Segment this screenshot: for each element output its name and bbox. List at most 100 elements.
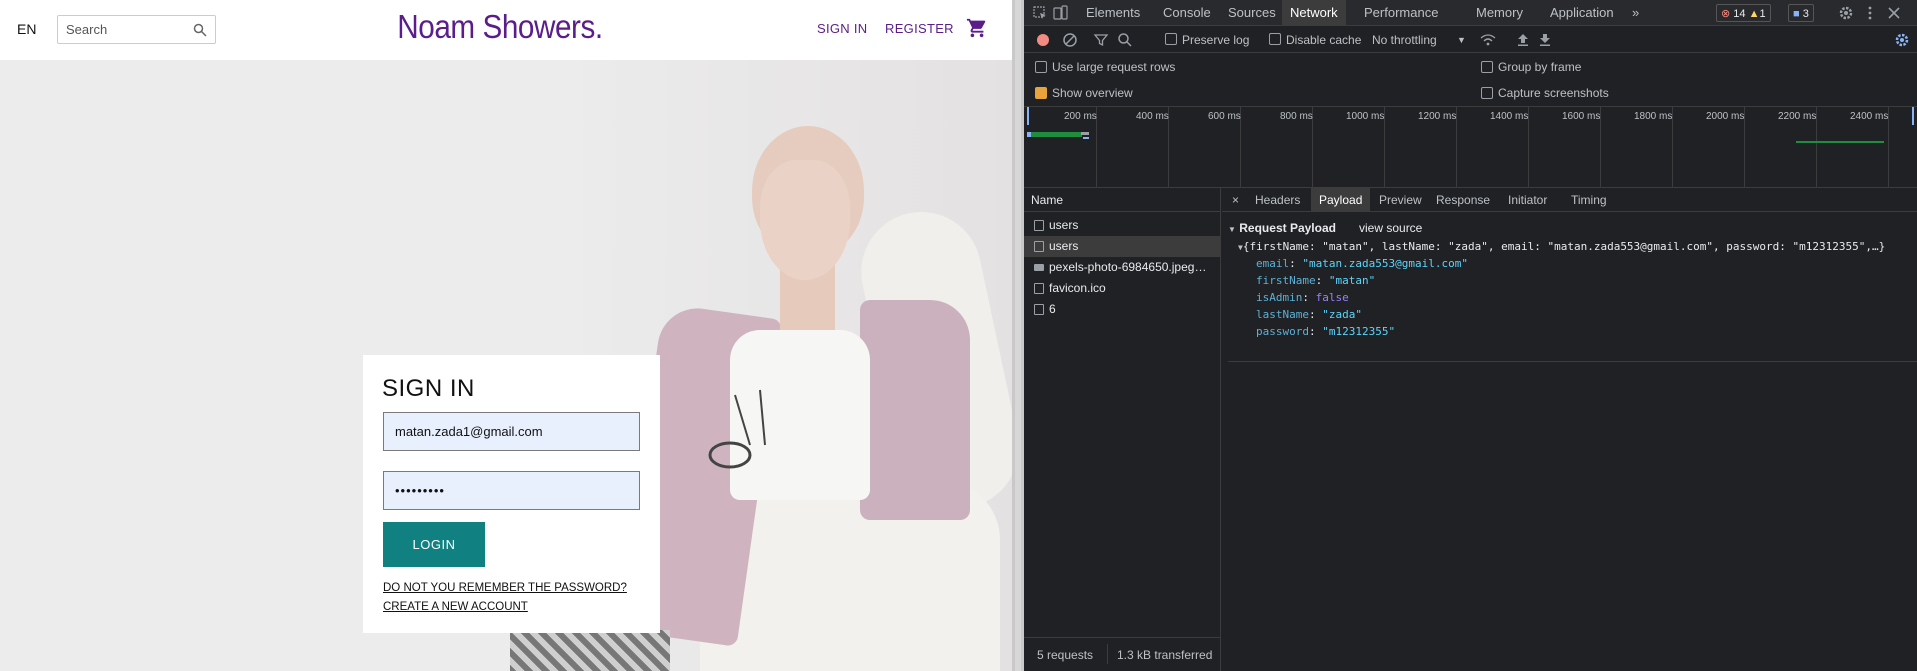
website-viewport: EN Noam Showers. SIGN IN REGISTER — [0, 0, 1012, 671]
timeline-handle-right[interactable] — [1912, 107, 1914, 125]
preserve-log-label: Preserve log — [1182, 33, 1250, 47]
image-icon — [1034, 264, 1044, 271]
name-column-header[interactable]: Name — [1024, 188, 1221, 212]
payload-section-header[interactable]: ▼ Request Payload — [1228, 221, 1336, 235]
site-header: EN Noam Showers. SIGN IN REGISTER — [0, 0, 1012, 60]
kebab-menu-icon[interactable] — [1862, 5, 1878, 21]
panel-splitter[interactable] — [1012, 0, 1024, 671]
request-row-selected[interactable]: users — [1024, 236, 1220, 257]
tab-initiator[interactable]: Initiator — [1500, 188, 1555, 212]
show-overview-label: Show overview — [1052, 86, 1133, 100]
tab-sources[interactable]: Sources — [1220, 0, 1284, 26]
devtools-tabbar: Elements Console Sources Network Perform… — [1024, 0, 1917, 26]
large-rows-checkbox[interactable] — [1035, 61, 1047, 73]
record-icon[interactable] — [1035, 32, 1051, 48]
timeline-label: 200 ms — [1064, 111, 1097, 122]
payload-field: email: "matan.zada553@gmail.com" — [1256, 257, 1468, 270]
cart-icon[interactable] — [966, 17, 988, 39]
device-toolbar-icon[interactable] — [1052, 5, 1068, 21]
triangle-down-icon[interactable]: ▼ — [1228, 225, 1236, 234]
chair-pattern — [510, 630, 670, 671]
throttling-select[interactable]: No throttling — [1372, 33, 1437, 47]
group-by-frame-checkbox[interactable] — [1481, 61, 1493, 73]
document-icon — [1034, 241, 1044, 252]
network-settings-gear-icon[interactable] — [1894, 32, 1910, 48]
login-card: SIGN IN LOGIN DO NOT YOU REMEMBER THE PA… — [363, 355, 660, 633]
errors-badge[interactable]: ⊗ 14 ▲1 — [1716, 4, 1771, 22]
show-overview-checkbox[interactable] — [1035, 87, 1047, 99]
request-list: Name users users pexels-photo-6984650.jp… — [1024, 188, 1221, 671]
timeline-label: 2400 ms — [1850, 111, 1889, 122]
payload-field: isAdmin: false — [1256, 291, 1349, 304]
nav-register-link[interactable]: REGISTER — [885, 21, 954, 36]
warning-icon: ▲ — [1748, 8, 1760, 20]
view-source-link[interactable]: view source — [1359, 221, 1422, 235]
search-box[interactable] — [57, 15, 216, 44]
login-button[interactable]: LOGIN — [383, 522, 485, 567]
disable-cache-checkbox[interactable] — [1269, 33, 1281, 45]
search-icon[interactable] — [193, 23, 207, 37]
inspect-element-icon[interactable] — [1032, 5, 1048, 21]
network-overview-timeline[interactable]: 200 ms 400 ms 600 ms 800 ms 1000 ms 1200… — [1024, 107, 1917, 188]
timeline-label: 1800 ms — [1634, 111, 1673, 122]
password-field[interactable] — [383, 471, 640, 510]
tab-memory[interactable]: Memory — [1468, 0, 1531, 26]
chevron-down-icon[interactable]: ▼ — [1457, 35, 1466, 45]
detail-tabbar: × Headers Payload Preview Response Initi… — [1222, 188, 1917, 212]
tab-response[interactable]: Response — [1428, 188, 1498, 212]
request-row[interactable]: favicon.ico — [1024, 278, 1220, 299]
more-tabs-icon[interactable]: » — [1624, 0, 1647, 26]
timeline-bar — [1081, 132, 1089, 135]
download-icon[interactable] — [1537, 32, 1553, 48]
request-row[interactable]: users — [1024, 215, 1220, 236]
tab-performance[interactable]: Performance — [1356, 0, 1446, 26]
request-detail-pane: × Headers Payload Preview Response Initi… — [1222, 188, 1917, 671]
tab-network[interactable]: Network — [1282, 0, 1346, 26]
payload-field: password: "m12312355" — [1256, 325, 1396, 338]
messages-badge[interactable]: ■ 3 — [1788, 4, 1814, 22]
wifi-settings-icon[interactable] — [1480, 32, 1496, 48]
timeline-bar — [1083, 137, 1089, 139]
clear-icon[interactable] — [1062, 32, 1078, 48]
request-row[interactable]: 6 — [1024, 299, 1220, 320]
language-selector[interactable]: EN — [17, 21, 36, 37]
search-input[interactable] — [58, 16, 188, 43]
message-icon: ■ — [1793, 8, 1800, 20]
payload-object-summary[interactable]: ▼{firstName: "matan", lastName: "zada", … — [1238, 240, 1885, 253]
timeline-bar — [1027, 132, 1031, 137]
large-rows-label: Use large request rows — [1052, 60, 1176, 74]
tab-payload[interactable]: Payload — [1311, 188, 1371, 212]
brand-logo[interactable]: Noam Showers. — [347, 8, 653, 46]
request-row[interactable]: pexels-photo-6984650.jpeg… — [1024, 257, 1220, 278]
capture-screenshots-checkbox[interactable] — [1481, 87, 1493, 99]
filter-icon[interactable] — [1093, 32, 1109, 48]
timeline-bar — [1796, 141, 1884, 143]
network-settings: Use large request rows Show overview Gro… — [1024, 53, 1917, 107]
close-icon[interactable] — [1886, 5, 1902, 21]
timeline-handle-left[interactable] — [1027, 107, 1029, 125]
gear-icon[interactable] — [1838, 5, 1854, 21]
document-icon — [1034, 304, 1044, 315]
payload-field: lastName: "zada" — [1256, 308, 1362, 321]
document-icon — [1034, 283, 1044, 294]
tab-headers[interactable]: Headers — [1247, 188, 1308, 212]
tab-preview[interactable]: Preview — [1371, 188, 1430, 212]
disable-cache-label: Disable cache — [1286, 33, 1362, 47]
timeline-label: 1400 ms — [1490, 111, 1529, 122]
tab-elements[interactable]: Elements — [1078, 0, 1148, 26]
preserve-log-checkbox[interactable] — [1165, 33, 1177, 45]
timeline-label: 2200 ms — [1778, 111, 1817, 122]
search-icon[interactable] — [1117, 32, 1133, 48]
tab-application[interactable]: Application — [1542, 0, 1622, 26]
upload-icon[interactable] — [1515, 32, 1531, 48]
tab-timing[interactable]: Timing — [1563, 188, 1615, 212]
close-detail-icon[interactable]: × — [1224, 188, 1247, 212]
request-count: 5 requests — [1037, 648, 1094, 662]
nav-signin-link[interactable]: SIGN IN — [817, 21, 868, 36]
forgot-password-link[interactable]: DO NOT YOU REMEMBER THE PASSWORD?CREATE … — [383, 579, 648, 617]
timeline-label: 1000 ms — [1346, 111, 1385, 122]
error-icon: ⊗ — [1721, 8, 1731, 20]
tab-console[interactable]: Console — [1155, 0, 1219, 26]
glasses-graphic — [708, 389, 766, 469]
email-field[interactable] — [383, 412, 640, 451]
